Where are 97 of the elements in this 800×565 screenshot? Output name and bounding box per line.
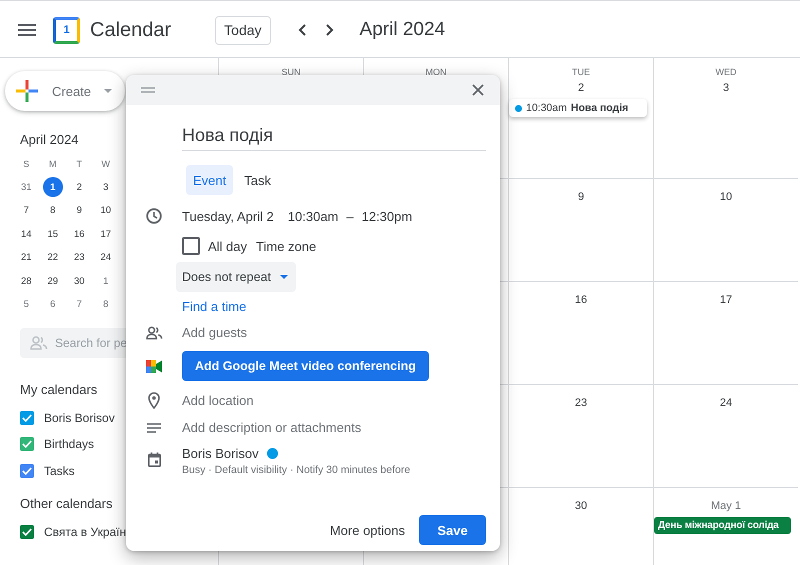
mini-calendar-day[interactable]: 15 xyxy=(42,224,63,244)
day-number[interactable]: 30 xyxy=(574,499,588,513)
create-button[interactable]: Create xyxy=(5,71,125,111)
previous-icon[interactable] xyxy=(298,24,306,36)
mini-calendar-day[interactable]: 9 xyxy=(69,200,90,221)
mini-calendar-day[interactable]: 22 xyxy=(42,248,63,268)
video-camera-icon xyxy=(146,360,162,372)
menu-icon[interactable] xyxy=(18,24,36,36)
mini-calendar-day[interactable]: 21 xyxy=(16,248,36,268)
save-button[interactable]: Save xyxy=(419,515,486,545)
time-separator: – xyxy=(346,208,354,224)
mini-calendar-day[interactable]: 28 xyxy=(16,271,36,292)
mini-calendar-day[interactable]: 6 xyxy=(42,294,63,315)
mini-calendar-day[interactable]: 7 xyxy=(69,294,90,315)
calendar-checkbox[interactable] xyxy=(20,464,34,478)
add-location-field[interactable]: Add location xyxy=(182,393,254,408)
day-number[interactable]: 17 xyxy=(720,293,732,307)
weekday-label: SUN xyxy=(281,66,300,78)
mini-calendar-day[interactable]: 31 xyxy=(16,177,36,198)
calendar-name: Свята в Україн xyxy=(44,525,126,540)
event-title: Нова подія xyxy=(570,102,628,114)
day-number[interactable]: May 1 xyxy=(711,499,741,513)
mini-calendar-day[interactable]: 30 xyxy=(69,271,90,292)
event-time: 10:30am xyxy=(526,102,567,114)
day-number[interactable]: 16 xyxy=(574,293,588,307)
weekday-label: M xyxy=(48,158,58,171)
day-number[interactable]: 10 xyxy=(720,190,732,204)
more-options-button[interactable]: More options xyxy=(328,515,407,545)
type-tab[interactable]: Task xyxy=(237,165,278,195)
mini-calendar-day[interactable]: 8 xyxy=(42,200,63,221)
weekday-label: MON xyxy=(426,66,446,78)
weekday-label: TUE xyxy=(572,66,590,78)
calendar-checkbox[interactable] xyxy=(20,437,34,452)
location-pin-icon xyxy=(148,392,160,409)
mini-calendar-day[interactable]: 10 xyxy=(96,200,116,221)
clock-icon xyxy=(146,208,162,224)
weekday-label: W xyxy=(100,158,111,171)
all-day-label: All day xyxy=(208,238,248,254)
next-icon[interactable] xyxy=(326,24,334,36)
time-zone-link[interactable]: Time zone xyxy=(256,238,316,254)
meet-button[interactable]: Add Google Meet video conferencing xyxy=(182,351,429,381)
close-icon[interactable] xyxy=(472,84,484,96)
event-chip[interactable]: День міжнародної соліда xyxy=(654,517,791,534)
event-chip[interactable]: 10:30am Нова подія xyxy=(509,99,647,117)
event-date[interactable]: Tuesday, April 2 xyxy=(182,208,274,224)
mini-calendar-day[interactable]: 17 xyxy=(96,224,116,244)
title-field[interactable]: Нова подія xyxy=(182,125,486,151)
caret-icon xyxy=(104,89,112,93)
mini-calendar-day[interactable]: 8 xyxy=(96,294,116,315)
weekday-label: WED xyxy=(716,66,736,78)
app-name: Calendar xyxy=(90,18,172,42)
plus-icon xyxy=(16,80,38,102)
people-icon xyxy=(30,336,48,350)
calendar-icon xyxy=(148,452,160,467)
day-number[interactable]: 9 xyxy=(578,190,584,204)
all-day-checkbox[interactable] xyxy=(182,237,200,255)
mini-calendar-day[interactable]: 7 xyxy=(16,200,36,221)
section-title: My calendars xyxy=(20,382,98,396)
people-icon xyxy=(146,326,162,340)
end-time[interactable]: 12:30pm xyxy=(362,208,412,224)
mini-calendar-day[interactable]: 2 xyxy=(69,177,90,198)
calendar-logo: 1 xyxy=(53,16,80,44)
day-number[interactable]: 24 xyxy=(720,396,732,410)
mini-calendar-day[interactable]: 1 xyxy=(42,177,63,198)
weekday-label: S xyxy=(22,158,30,171)
calendar-checkbox[interactable] xyxy=(20,410,34,425)
add-description-field[interactable]: Add description or attachments xyxy=(182,420,362,435)
mini-calendar-day[interactable]: 24 xyxy=(96,248,116,268)
drag-handle-icon[interactable] xyxy=(141,87,155,93)
mini-calendar-day[interactable]: 29 xyxy=(42,271,63,292)
section-title: Other calendars xyxy=(20,496,112,511)
type-tab[interactable]: Event xyxy=(186,165,234,195)
today-button[interactable]: Today xyxy=(215,16,271,44)
mini-calendar-title: April 2024 xyxy=(20,132,79,147)
repeat-dropdown[interactable]: Does not repeat xyxy=(176,262,296,292)
period-title: April 2024 xyxy=(360,19,446,41)
calendar-checkbox[interactable] xyxy=(20,525,34,540)
description-icon xyxy=(147,422,161,432)
day-number[interactable]: 2 xyxy=(578,81,584,95)
mini-calendar-day[interactable]: 16 xyxy=(69,224,90,244)
mini-calendar-day[interactable]: 23 xyxy=(69,248,90,268)
calendar-name: Birthdays xyxy=(44,437,94,452)
calendar-details: Busy · Default visibility · Notify 30 minutes before xyxy=(182,464,410,476)
start-time[interactable]: 10:30am xyxy=(288,208,338,224)
caret-icon xyxy=(280,275,288,279)
add-guests-field[interactable]: Add guests xyxy=(182,325,248,340)
day-number[interactable]: 23 xyxy=(574,396,588,410)
day-number[interactable]: 3 xyxy=(722,81,730,95)
mini-calendar-day[interactable]: 3 xyxy=(96,177,116,198)
find-time-link[interactable]: Find a time xyxy=(182,299,246,314)
weekday-label: T xyxy=(76,158,83,171)
mini-calendar-day[interactable]: 14 xyxy=(16,224,36,244)
mini-calendar-day[interactable]: 1 xyxy=(96,271,116,292)
calendar-name[interactable]: Boris Borisov xyxy=(182,446,259,461)
mini-calendar-day[interactable]: 5 xyxy=(16,294,36,315)
calendar-name: Tasks xyxy=(44,464,75,478)
calendar-name: Boris Borisov xyxy=(44,410,115,425)
